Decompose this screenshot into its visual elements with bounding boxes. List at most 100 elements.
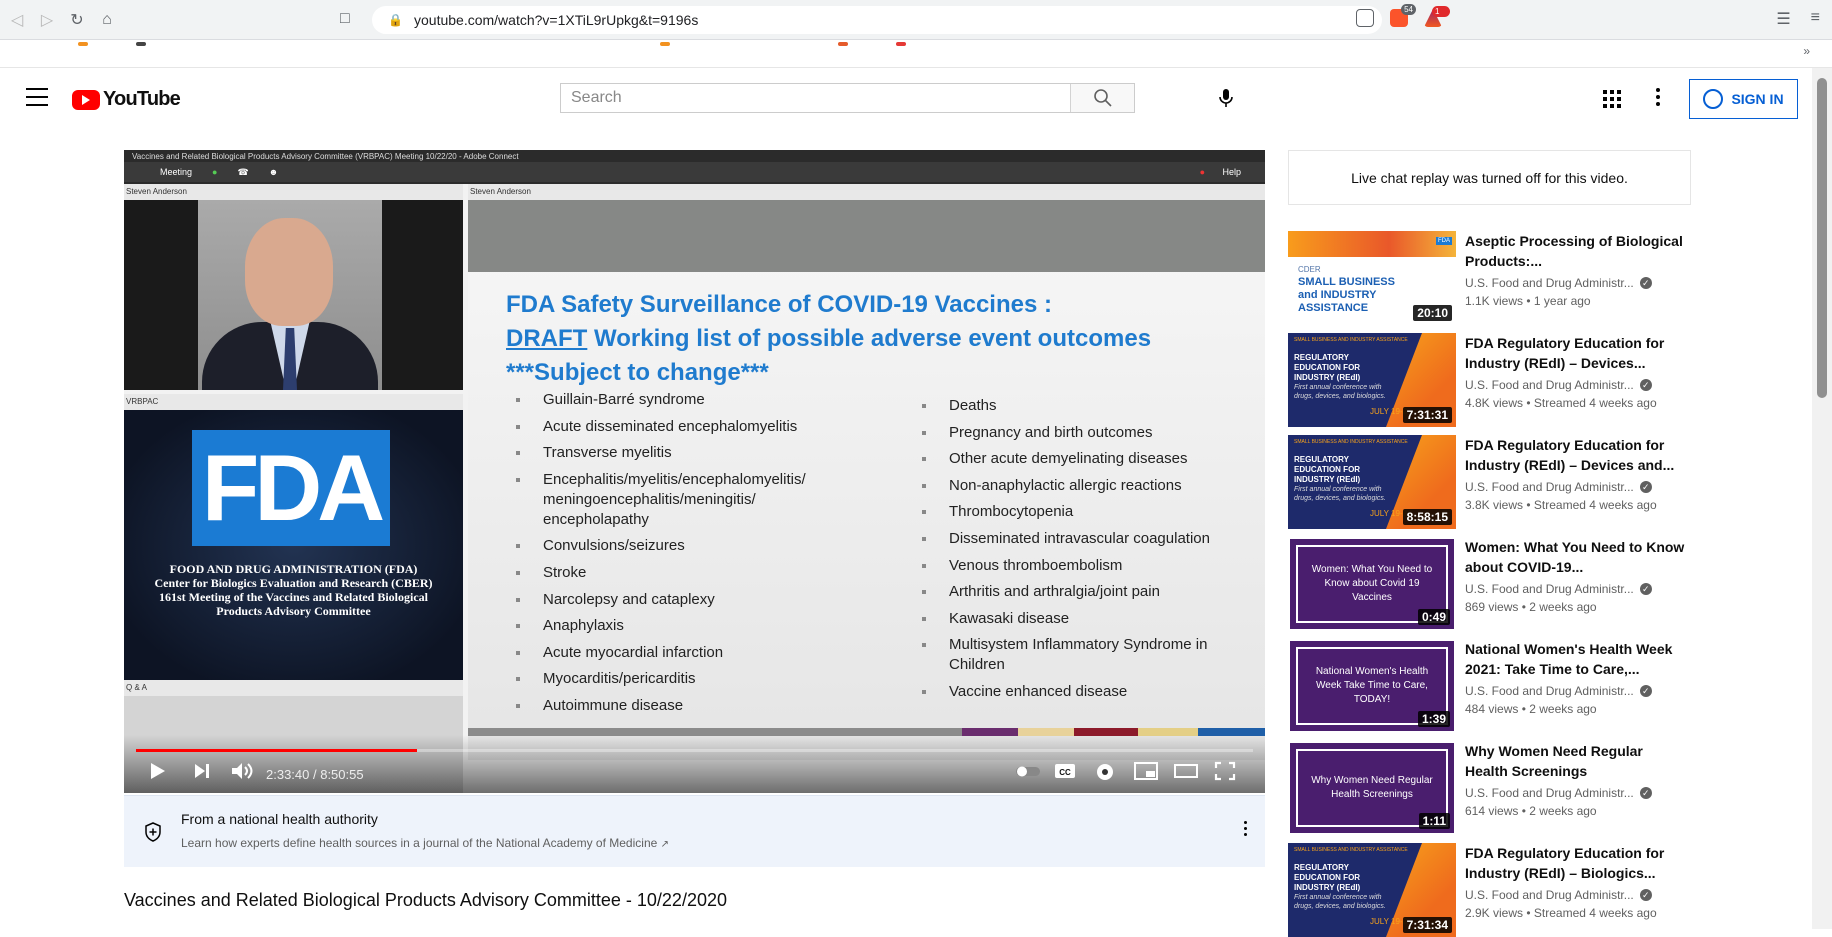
forward-icon[interactable]: ▷	[34, 7, 60, 33]
sign-in-button[interactable]: SIGN IN	[1689, 79, 1798, 119]
video-duration: 1:39	[1417, 711, 1450, 727]
slide-bullet: Narcolepsy and cataplexy	[514, 590, 854, 610]
slide-bullet: Anaphylaxis	[514, 616, 854, 636]
video-thumbnail[interactable]: National Women's Health Week Take Time t…	[1288, 639, 1456, 733]
video-thumbnail[interactable]: Women: What You Need to Know about Covid…	[1288, 537, 1456, 631]
adobe-phone-icon: ☎	[237, 166, 249, 177]
scrollbar-thumb[interactable]	[1817, 78, 1827, 398]
verified-check-icon: ✓	[1639, 277, 1652, 289]
health-source-title: From a national health authority	[181, 811, 378, 827]
recommendation-channel[interactable]: U.S. Food and Drug Administr... ✓	[1465, 378, 1652, 392]
slide-bullet: Myocarditis/pericarditis	[514, 669, 854, 689]
verified-check-icon: ✓	[1639, 889, 1652, 901]
volume-icon[interactable]	[230, 761, 254, 781]
recommendation-item[interactable]: FDA CDER SMALL BUSINESS and INDUSTRY ASSISTA…	[1288, 231, 1708, 325]
settings-kebab-icon[interactable]	[1656, 88, 1660, 106]
bookmark-icon[interactable]: □	[340, 10, 350, 28]
recommendation-title[interactable]: Why Women Need Regular Health Screenings	[1465, 741, 1687, 781]
recommendation-meta: 2.9K views • Streamed 4 weeks ago	[1465, 906, 1657, 920]
adobe-meeting-menu: Meeting	[160, 167, 193, 177]
alert-badge: 1	[1432, 6, 1450, 17]
recommendation-title[interactable]: National Women's Health Week 2021: Take …	[1465, 639, 1687, 679]
video-thumbnail[interactable]: FDA CDER SMALL BUSINESS and INDUSTRY ASSISTA…	[1288, 231, 1456, 325]
player-controls: 2:33:40 / 8:50:55 CC	[124, 735, 1265, 793]
video-duration: 1:11	[1418, 813, 1450, 829]
video-thumbnail[interactable]: SMALL BUSINESS AND INDUSTRY ASSISTANCE RE…	[1288, 843, 1456, 937]
recommendation-item[interactable]: SMALL BUSINESS AND INDUSTRY ASSISTANCE RE…	[1288, 435, 1708, 529]
search-input[interactable]	[561, 84, 1070, 112]
autoplay-toggle-icon[interactable]	[1014, 761, 1042, 781]
back-icon[interactable]: ◁	[4, 7, 30, 33]
video-thumbnail[interactable]: SMALL BUSINESS AND INDUSTRY ASSISTANCE RE…	[1288, 333, 1456, 427]
recommendation-title[interactable]: Women: What You Need to Know about COVID…	[1465, 537, 1687, 577]
menu-icon[interactable]: ≡	[1811, 9, 1820, 29]
speaker-portrait	[198, 200, 382, 390]
recommendation-title[interactable]: FDA Regulatory Education for Industry (R…	[1465, 843, 1687, 883]
address-bar[interactable]: 🔒 youtube.com/watch?v=1XTiL9rUpkg&t=9196…	[372, 6, 1382, 34]
recommendation-item[interactable]: National Women's Health Week Take Time t…	[1288, 639, 1708, 733]
webcam-pod	[124, 200, 463, 390]
microphone-icon[interactable]	[1214, 86, 1238, 110]
health-source-link[interactable]: Learn how experts define health sources …	[181, 836, 669, 850]
home-icon[interactable]: ⌂	[94, 7, 120, 33]
apps-grid-icon[interactable]	[1603, 90, 1621, 108]
miniplayer-icon[interactable]	[1134, 761, 1158, 781]
recommendation-channel[interactable]: U.S. Food and Drug Administr... ✓	[1465, 480, 1652, 494]
video-thumbnail[interactable]: SMALL BUSINESS AND INDUSTRY ASSISTANCE RE…	[1288, 435, 1456, 529]
verified-check-icon: ✓	[1639, 481, 1652, 493]
health-source-menu-icon[interactable]	[1244, 821, 1247, 836]
recommendation-meta: 484 views • 2 weeks ago	[1465, 702, 1597, 716]
recommendation-meta: 869 views • 2 weeks ago	[1465, 600, 1597, 614]
fullscreen-icon[interactable]	[1214, 761, 1236, 781]
time-display: 2:33:40 / 8:50:55	[266, 767, 364, 782]
settings-gear-icon[interactable]	[1094, 761, 1116, 783]
bookmarks-bar: »	[0, 40, 1832, 68]
recommendation-channel[interactable]: U.S. Food and Drug Administr... ✓	[1465, 888, 1652, 902]
bookmarks-overflow-icon[interactable]: »	[1803, 44, 1810, 58]
video-thumbnail[interactable]: Why Women Need Regular Health Screenings…	[1288, 741, 1456, 835]
slide-pod-title: Steven Anderson	[468, 184, 1265, 200]
slide-bullet: Venous thromboembolism	[920, 556, 1240, 576]
recommendation-channel[interactable]: U.S. Food and Drug Administr... ✓	[1465, 276, 1652, 290]
progress-played	[136, 749, 418, 752]
recommendation-item[interactable]: SMALL BUSINESS AND INDUSTRY ASSISTANCE RE…	[1288, 333, 1708, 427]
slide-bullet: Stroke	[514, 563, 854, 583]
download-icon[interactable]	[1356, 9, 1374, 27]
verified-check-icon: ✓	[1639, 379, 1652, 391]
reading-list-icon[interactable]: ☰	[1776, 9, 1790, 29]
recommendation-item[interactable]: Women: What You Need to Know about Covid…	[1288, 537, 1708, 631]
fda-pod-title: VRBPAC	[124, 394, 463, 410]
svg-text:CC: CC	[1059, 768, 1071, 777]
reload-icon[interactable]: ↻	[64, 7, 90, 33]
live-chat-box: Live chat replay was turned off for this…	[1288, 150, 1691, 205]
captions-icon[interactable]: CC	[1054, 761, 1076, 781]
recommendation-channel[interactable]: U.S. Food and Drug Administr... ✓	[1465, 684, 1652, 698]
recommendation-title[interactable]: FDA Regulatory Education for Industry (R…	[1465, 333, 1687, 373]
slide-bullet: Acute disseminated encephalomyelitis	[514, 417, 854, 437]
recommendation-meta: 4.8K views • Streamed 4 weeks ago	[1465, 396, 1657, 410]
next-icon[interactable]	[192, 761, 212, 781]
slide-bullet: Non-anaphylactic allergic reactions	[920, 476, 1240, 496]
live-chat-message: Live chat replay was turned off for this…	[1351, 169, 1628, 186]
health-source-panel: From a national health authority Learn h…	[124, 795, 1265, 867]
recommendation-channel[interactable]: U.S. Food and Drug Administr... ✓	[1465, 786, 1652, 800]
guide-menu-icon[interactable]	[26, 88, 48, 106]
recommendation-item[interactable]: Why Women Need Regular Health Screenings…	[1288, 741, 1708, 835]
play-icon[interactable]	[148, 761, 168, 781]
search-button[interactable]	[1070, 84, 1134, 112]
fda-badge: FDA	[1436, 237, 1452, 245]
brave-shield-icon[interactable]: 54	[1390, 4, 1416, 27]
recommendation-item[interactable]: SMALL BUSINESS AND INDUSTRY ASSISTANCE RE…	[1288, 843, 1708, 937]
recommendation-title[interactable]: FDA Regulatory Education for Industry (R…	[1465, 435, 1687, 475]
recommendation-title[interactable]: Aseptic Processing of Biological Product…	[1465, 231, 1687, 271]
adobe-person-icon: ☻	[268, 167, 279, 177]
youtube-logo[interactable]: YouTube	[72, 88, 181, 111]
fda-caption: FOOD AND DRUG ADMINISTRATION (FDA) Cente…	[154, 562, 433, 618]
progress-bar[interactable]	[136, 749, 1253, 752]
theater-mode-icon[interactable]	[1174, 761, 1198, 781]
account-icon	[1703, 89, 1724, 109]
fda-logo: FDA	[192, 430, 390, 546]
page-scrollbar[interactable]	[1812, 68, 1832, 929]
video-player[interactable]: Vaccines and Related Biological Products…	[124, 150, 1265, 793]
recommendation-channel[interactable]: U.S. Food and Drug Administr... ✓	[1465, 582, 1652, 596]
